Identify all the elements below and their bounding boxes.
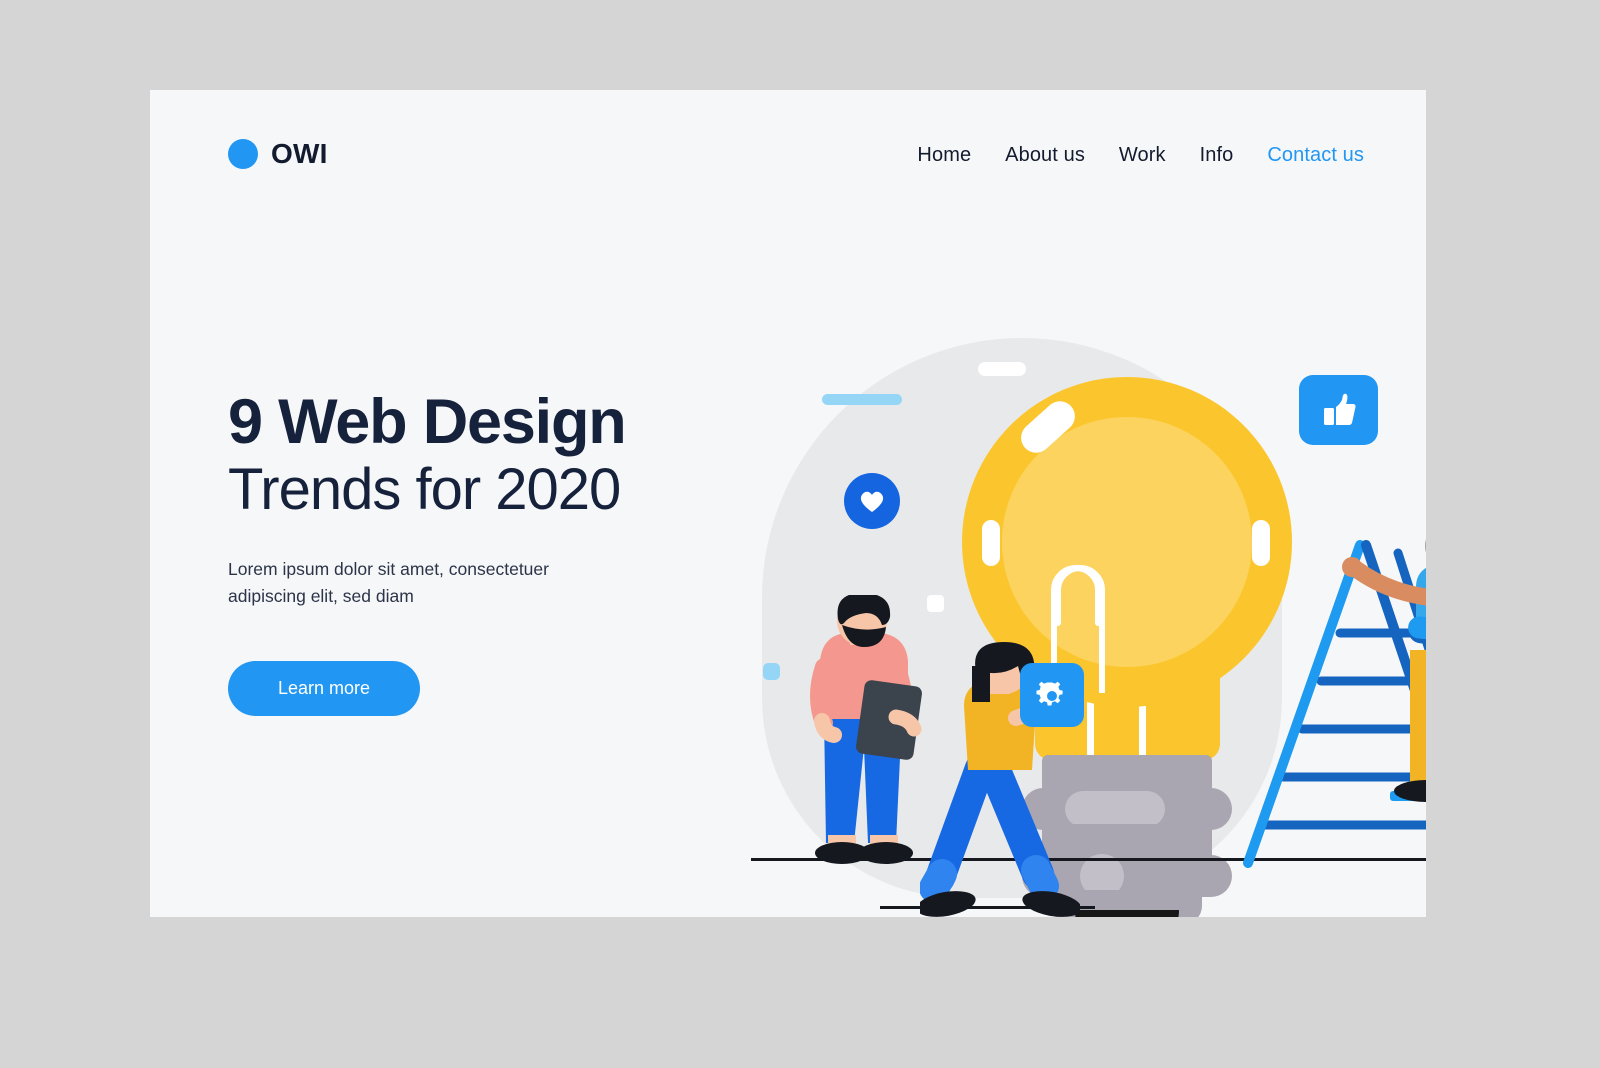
brand-logo[interactable]: OWI [228, 138, 328, 170]
nav-item-info[interactable]: Info [1200, 144, 1234, 167]
nav-item-contact-us[interactable]: Contact us [1267, 144, 1364, 167]
landing-page-card: OWI Home About us Work Info Contact us 9… [150, 90, 1426, 917]
brand-name: OWI [271, 138, 328, 169]
bulb-tip [1075, 910, 1179, 917]
bulb-top-highlight [978, 362, 1026, 376]
site-header: OWI Home About us Work Info Contact us [150, 90, 1426, 230]
gear-icon [1036, 681, 1063, 706]
logo-circle-icon [228, 139, 258, 169]
ground-line [880, 906, 1095, 909]
nav-item-about-us[interactable]: About us [1005, 144, 1085, 167]
nav-item-work[interactable]: Work [1119, 144, 1166, 167]
settings-badge[interactable] [1020, 663, 1084, 727]
main-navigation: Home About us Work Info Contact us [917, 144, 1364, 167]
bulb-highlight [982, 520, 1000, 566]
learn-more-button[interactable]: Learn more [228, 660, 420, 716]
page-background: OWI Home About us Work Info Contact us 9… [0, 0, 1600, 1068]
decorative-bar-icon [822, 394, 902, 405]
woman-on-ladder-illustration [1243, 540, 1426, 868]
thumbs-up-badge[interactable] [1299, 375, 1378, 445]
nav-item-home[interactable]: Home [917, 144, 971, 167]
hero-description: Lorem ipsum dolor sit amet, consectetuer… [228, 559, 549, 606]
bulb-base-shine [1065, 791, 1165, 827]
decorative-square-icon [927, 595, 944, 612]
heart-badge[interactable] [844, 473, 900, 529]
man-with-tablet-illustration [810, 595, 922, 864]
thumbs-up-icon [1323, 393, 1356, 425]
decorative-square-icon [763, 663, 780, 680]
heart-icon [860, 491, 884, 512]
hero-illustration [580, 210, 1426, 917]
